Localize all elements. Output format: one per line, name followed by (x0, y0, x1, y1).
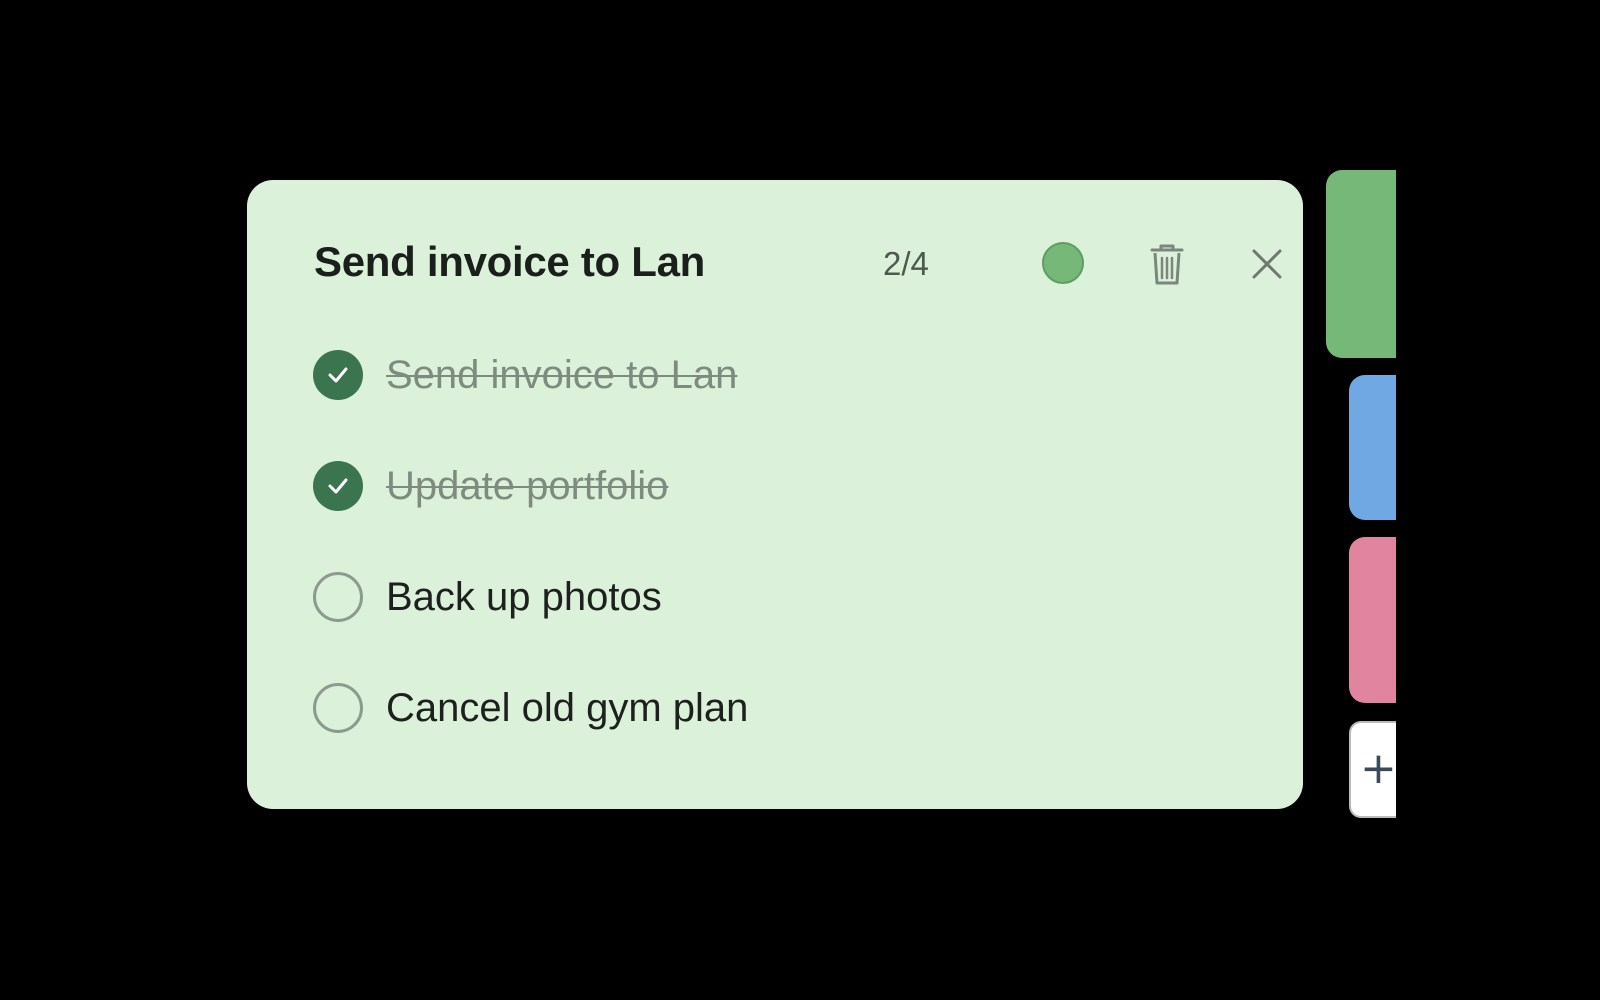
close-button[interactable] (1244, 240, 1290, 288)
checklist-item: Send invoice to Lan (313, 350, 1243, 461)
item-checkbox[interactable] (313, 461, 363, 511)
item-label[interactable]: Update portfolio (386, 461, 668, 511)
item-label[interactable]: Send invoice to Lan (386, 350, 737, 400)
note-header: Send invoice to Lan 2/4 (314, 232, 1282, 292)
plus-icon: + (1360, 743, 1397, 794)
progress-count: 2/4 (883, 245, 929, 282)
check-icon (328, 367, 348, 383)
item-checkbox[interactable] (313, 350, 363, 400)
note-tab-green[interactable] (1326, 170, 1396, 358)
trash-icon (1144, 240, 1190, 288)
note-title[interactable]: Send invoice to Lan (314, 236, 705, 288)
desktop-background: Send invoice to Lan 2/4 Send invoice to … (0, 0, 1600, 1000)
item-checkbox[interactable] (313, 683, 363, 733)
color-dot-icon[interactable] (1042, 242, 1084, 284)
checklist: Send invoice to Lan Update portfolio Bac… (313, 350, 1243, 794)
delete-button[interactable] (1144, 240, 1190, 288)
check-icon (328, 478, 348, 494)
sticky-note-card: Send invoice to Lan 2/4 Send invoice to … (247, 180, 1303, 809)
checklist-item: Update portfolio (313, 461, 1243, 572)
note-tab-pink[interactable] (1349, 537, 1396, 703)
item-checkbox[interactable] (313, 572, 363, 622)
add-note-button[interactable]: + (1349, 721, 1397, 818)
checklist-item: Cancel old gym plan (313, 683, 1243, 794)
checklist-item: Back up photos (313, 572, 1243, 683)
item-label[interactable]: Back up photos (386, 572, 662, 622)
note-tab-blue[interactable] (1349, 375, 1396, 520)
close-icon (1244, 240, 1290, 288)
item-label[interactable]: Cancel old gym plan (386, 683, 748, 733)
